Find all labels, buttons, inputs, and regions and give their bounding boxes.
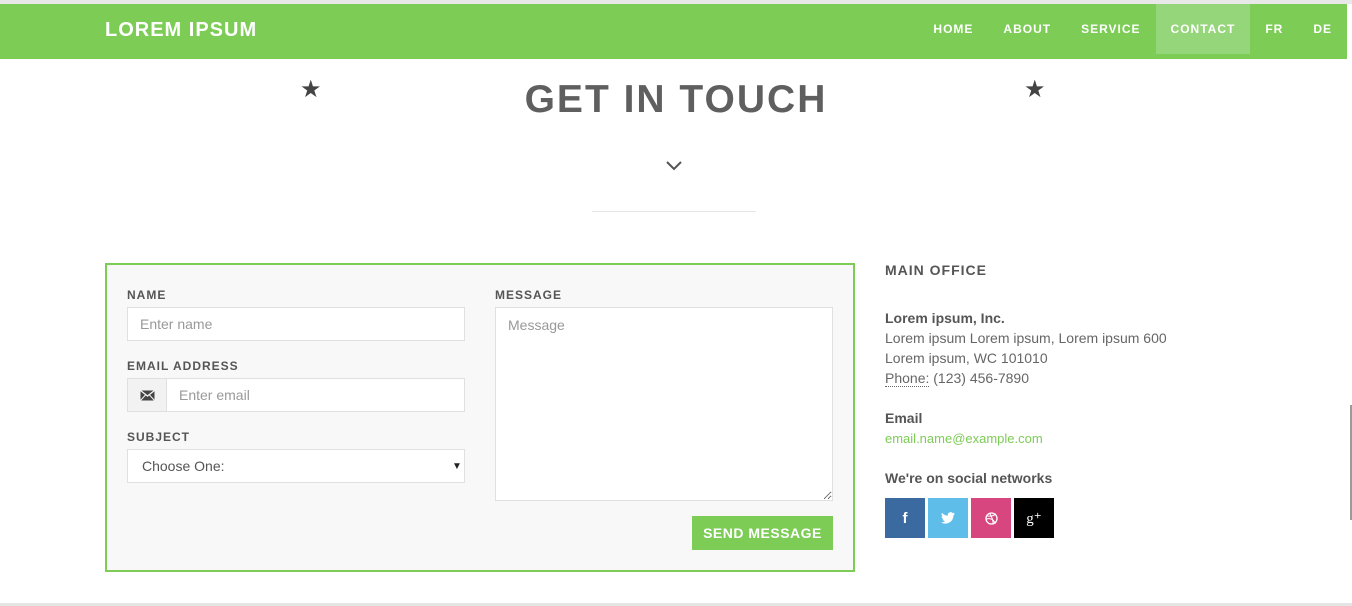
- phone-line: Phone: (123) 456-7890: [885, 370, 1030, 387]
- name-label: NAME: [127, 288, 167, 302]
- page-title: GET IN TOUCH: [524, 78, 828, 121]
- name-input[interactable]: [127, 307, 465, 341]
- envelope-icon: [127, 378, 167, 412]
- send-message-button[interactable]: SEND MESSAGE: [692, 516, 833, 550]
- email-heading: Email: [885, 410, 923, 426]
- address-line-2: Lorem ipsum, WC 101010: [885, 350, 1048, 366]
- twitter-icon[interactable]: [928, 498, 968, 538]
- star-icon: ★: [1024, 76, 1046, 103]
- social-buttons: f g⁺: [885, 498, 1054, 538]
- social-heading: We're on social networks: [885, 470, 1053, 486]
- message-label: MESSAGE: [495, 288, 563, 302]
- nav-item-de[interactable]: DE: [1298, 4, 1347, 54]
- office-title: MAIN OFFICE: [885, 262, 987, 278]
- brand-logo[interactable]: LOREM IPSUM: [105, 19, 257, 42]
- phone-value: (123) 456-7890: [933, 370, 1030, 386]
- nav-item-contact[interactable]: CONTACT: [1155, 4, 1251, 54]
- nav-menu: HOME ABOUT SERVICE CONTACT FR DE: [918, 4, 1347, 54]
- nav-item-about[interactable]: ABOUT: [988, 4, 1066, 54]
- address-line-1: Lorem ipsum Lorem ipsum, Lorem ipsum 600: [885, 330, 1167, 346]
- dribbble-icon[interactable]: [971, 498, 1011, 538]
- nav-item-fr[interactable]: FR: [1250, 4, 1298, 54]
- subject-label: SUBJECT: [127, 430, 191, 444]
- email-label: EMAIL ADDRESS: [127, 359, 239, 373]
- title-divider: [592, 211, 756, 212]
- nav-item-service[interactable]: SERVICE: [1066, 4, 1155, 54]
- email-field[interactable]: [166, 378, 465, 412]
- subject-select[interactable]: Choose One:: [127, 449, 465, 483]
- facebook-icon[interactable]: f: [885, 498, 925, 538]
- navbar: LOREM IPSUM HOME ABOUT SERVICE CONTACT F…: [0, 4, 1347, 59]
- google-plus-icon[interactable]: g⁺: [1014, 498, 1054, 538]
- nav-item-home[interactable]: HOME: [918, 4, 988, 54]
- chevron-down-icon: [666, 161, 682, 171]
- company-name: Lorem ipsum, Inc.: [885, 310, 1005, 326]
- phone-label: Phone:: [885, 370, 930, 387]
- contact-form: NAME EMAIL ADDRESS SUBJECT Choose One: ▼…: [105, 263, 855, 572]
- message-textarea[interactable]: [495, 307, 833, 501]
- email-link[interactable]: email.name@example.com: [885, 431, 1043, 446]
- contact-page: LOREM IPSUM HOME ABOUT SERVICE CONTACT F…: [0, 0, 1352, 606]
